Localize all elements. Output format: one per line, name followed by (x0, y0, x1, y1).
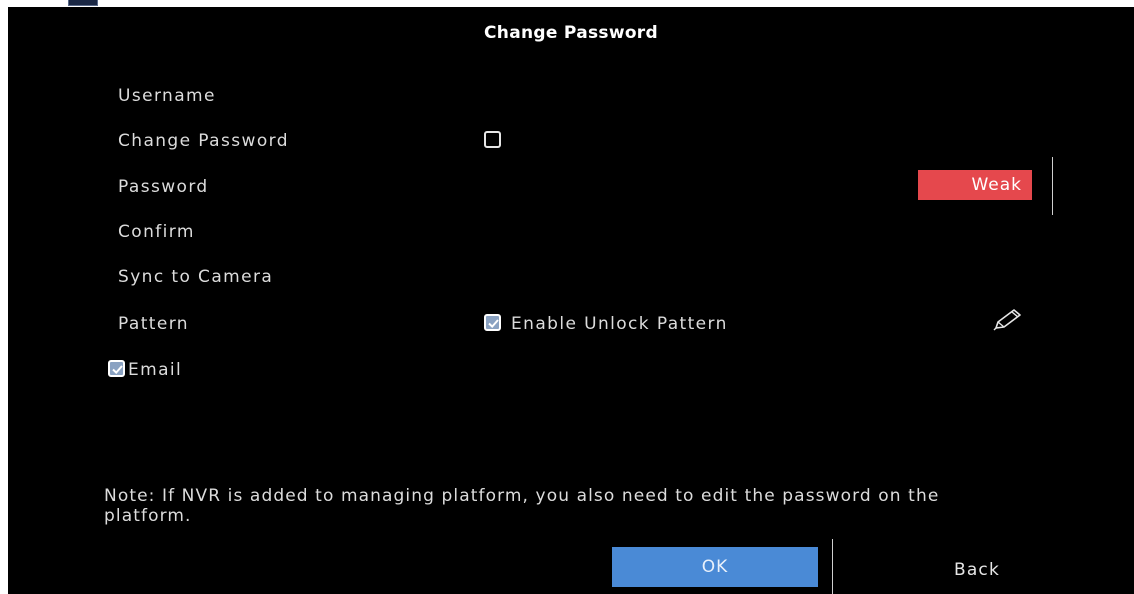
checkmark-icon (112, 365, 123, 375)
sync-to-camera-label: Sync to Camera (118, 267, 274, 287)
change-password-dialog: Change Password Username Change Password… (8, 7, 1134, 594)
username-label: Username (118, 86, 216, 106)
confirm-label: Confirm (118, 222, 195, 242)
password-label: Password (118, 177, 209, 197)
enable-unlock-pattern-checkbox[interactable] (484, 314, 501, 331)
email-checkbox[interactable] (108, 360, 125, 377)
checkmark-icon (488, 319, 499, 329)
back-button[interactable]: Back (937, 560, 1017, 588)
pattern-label: Pattern (118, 314, 189, 334)
password-strength-badge: Weak (918, 170, 1032, 200)
change-password-label: Change Password (118, 131, 289, 151)
button-divider (832, 539, 833, 594)
dialog-title: Change Password (484, 23, 658, 43)
app-corner-icon (68, 0, 98, 6)
divider (1052, 157, 1053, 215)
enable-unlock-pattern-label: Enable Unlock Pattern (511, 314, 728, 334)
platform-note: Note: If NVR is added to managing platfo… (104, 486, 940, 526)
change-password-checkbox[interactable] (484, 131, 501, 148)
ok-button[interactable]: OK (612, 547, 818, 587)
email-label: Email (128, 360, 183, 380)
pencil-icon[interactable] (990, 307, 1026, 333)
